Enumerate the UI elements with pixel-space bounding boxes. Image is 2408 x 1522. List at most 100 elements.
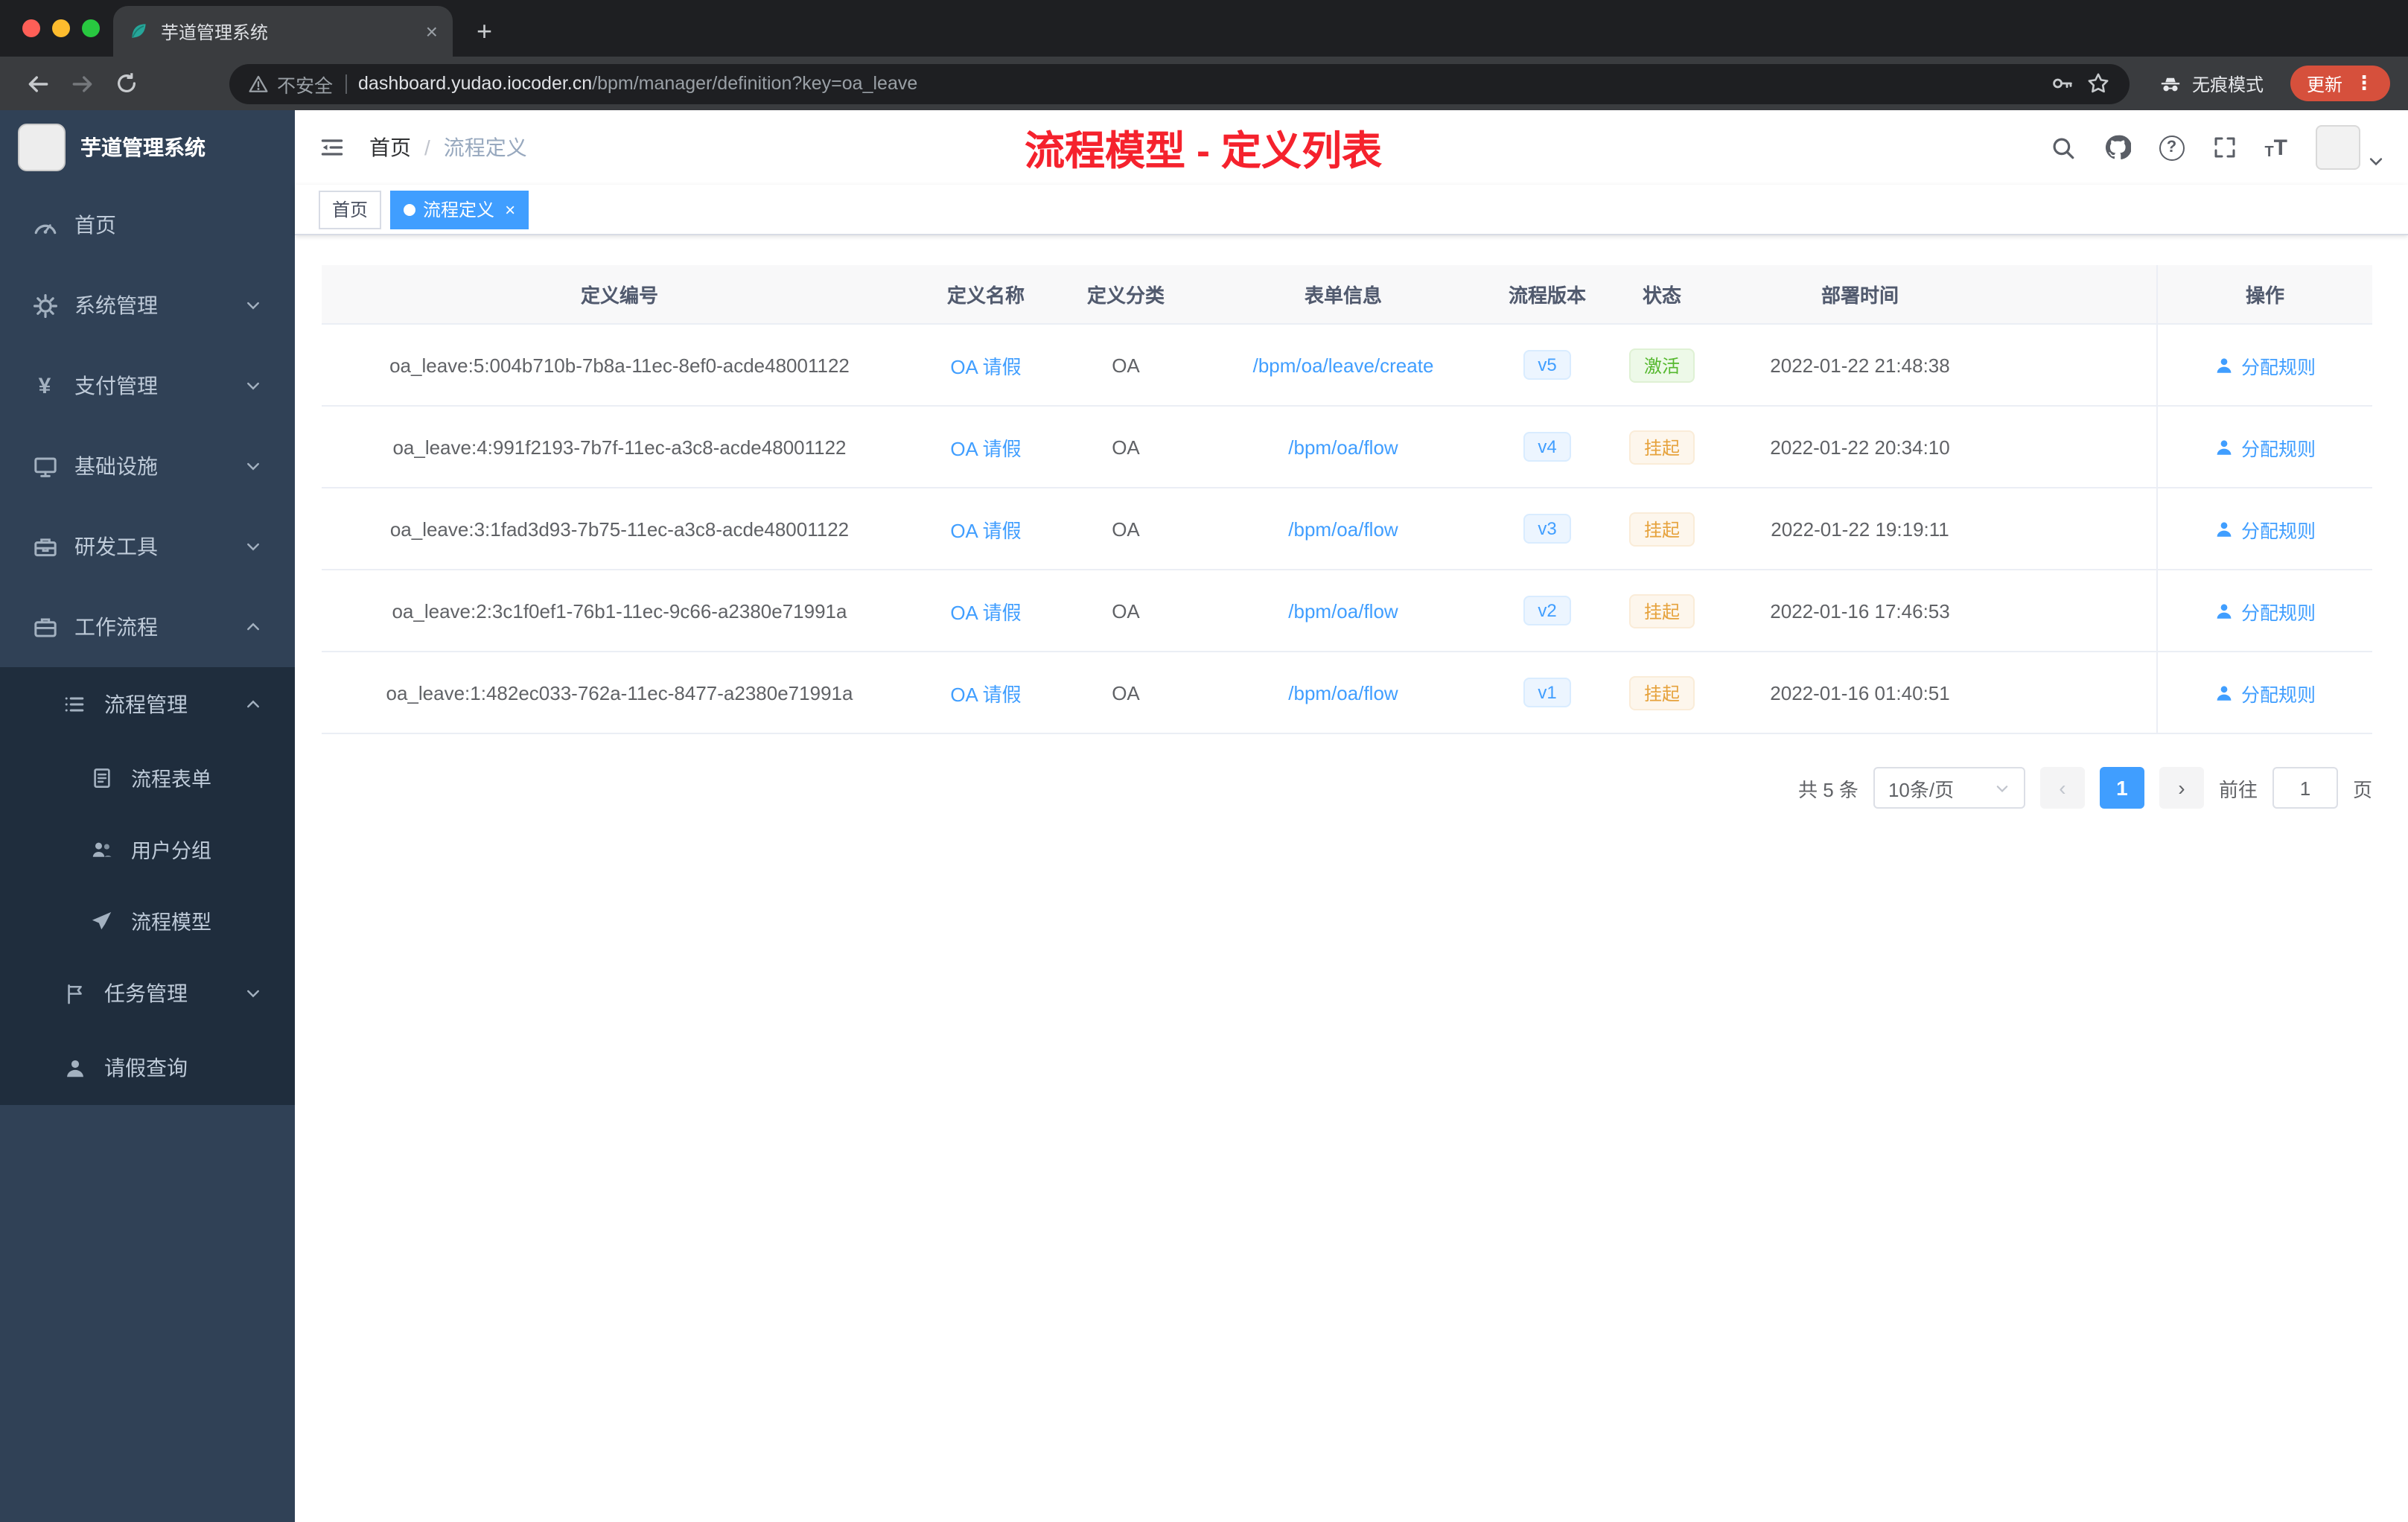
chevron-up-icon xyxy=(238,618,268,636)
sidebar-item-payment[interactable]: ¥ 支付管理 xyxy=(0,346,295,426)
font-size-icon[interactable]: TT xyxy=(2264,135,2287,160)
form-link[interactable]: /bpm/oa/flow xyxy=(1288,518,1398,540)
header-status: 状态 xyxy=(1642,284,1681,307)
goto-page-input[interactable] xyxy=(2272,767,2338,809)
sidebar-item-leave-query[interactable]: 请假查询 xyxy=(0,1031,295,1105)
definition-name-link[interactable]: OA 请假 xyxy=(950,678,1021,707)
prev-page-button[interactable]: ‹ xyxy=(2039,767,2085,809)
window-close-button[interactable] xyxy=(22,19,40,37)
browser-tab[interactable]: 芋道管理系统 × xyxy=(113,6,453,57)
breadcrumb-home[interactable]: 首页 xyxy=(369,133,411,162)
cell-category: OA xyxy=(1112,436,1140,458)
page-size-select[interactable]: 10条/页 xyxy=(1873,767,2025,809)
favicon-icon xyxy=(128,21,149,42)
search-icon[interactable] xyxy=(2050,135,2075,160)
navbar-actions: ? TT xyxy=(2050,125,2384,170)
security-status[interactable]: 不安全 xyxy=(249,69,333,98)
definition-name-link[interactable]: OA 请假 xyxy=(950,433,1021,461)
window-minimize-button[interactable] xyxy=(52,19,70,37)
form-link[interactable]: /bpm/oa/flow xyxy=(1288,681,1398,704)
cell-definition-id: oa_leave:5:004b710b-7b8a-11ec-8ef0-acde4… xyxy=(389,354,850,376)
user-menu[interactable] xyxy=(2316,125,2384,170)
version-badge: v1 xyxy=(1523,678,1572,707)
update-button[interactable]: 更新 ⋮ xyxy=(2290,66,2390,101)
definition-name-link[interactable]: OA 请假 xyxy=(950,351,1021,379)
version-badge: v2 xyxy=(1523,596,1572,625)
sidebar-item-process-mgmt[interactable]: 流程管理 xyxy=(0,667,295,742)
status-badge: 挂起 xyxy=(1628,675,1695,710)
window-zoom-button[interactable] xyxy=(82,19,100,37)
tag-home[interactable]: 首页 xyxy=(319,190,382,229)
avatar[interactable] xyxy=(2316,125,2360,170)
help-icon[interactable]: ? xyxy=(2159,135,2185,160)
cell-deploy-time: 2022-01-22 19:19:11 xyxy=(1771,518,1949,540)
security-label: 不安全 xyxy=(277,75,334,96)
definition-name-link[interactable]: OA 请假 xyxy=(950,596,1021,625)
assign-rule-link[interactable]: 分配规则 xyxy=(2214,515,2316,543)
password-key-icon[interactable] xyxy=(2051,71,2074,95)
briefcase-icon xyxy=(30,614,60,640)
person-icon xyxy=(60,1057,89,1079)
browser-menu-icon[interactable]: ⋮ xyxy=(2354,71,2374,95)
yen-icon: ¥ xyxy=(38,373,51,398)
cell-deploy-time: 2022-01-22 20:34:10 xyxy=(1770,436,1950,458)
tag-current[interactable]: 流程定义 × xyxy=(390,190,529,229)
github-icon[interactable] xyxy=(2103,134,2131,161)
new-tab-button[interactable]: + xyxy=(477,18,492,45)
divider xyxy=(345,74,347,93)
assign-rule-link[interactable]: 分配规则 xyxy=(2214,596,2316,625)
forward-button[interactable] xyxy=(63,64,101,103)
update-label: 更新 xyxy=(2306,74,2342,95)
page-title: 流程模型 - 定义列表 xyxy=(1025,129,1382,173)
list-icon xyxy=(60,692,89,716)
tag-close-icon[interactable]: × xyxy=(505,199,515,220)
sidebar-item-infra[interactable]: 基础设施 xyxy=(0,426,295,506)
sidebar-item-user-group[interactable]: 用户分组 xyxy=(0,813,295,885)
menu-fold-button[interactable] xyxy=(319,134,345,161)
fullscreen-icon[interactable] xyxy=(2212,136,2236,159)
sidebar-item-workflow[interactable]: 工作流程 xyxy=(0,587,295,667)
next-page-button[interactable]: › xyxy=(2159,767,2204,809)
form-link[interactable]: /bpm/oa/leave/create xyxy=(1253,354,1434,376)
status-badge: 挂起 xyxy=(1628,512,1695,546)
toolbox-icon xyxy=(30,534,60,559)
sidebar-item-home[interactable]: 首页 xyxy=(0,185,295,265)
bookmark-star-icon[interactable] xyxy=(2086,71,2110,95)
form-link[interactable]: /bpm/oa/flow xyxy=(1288,599,1398,622)
form-link[interactable]: /bpm/oa/flow xyxy=(1288,436,1398,458)
back-button[interactable] xyxy=(18,64,57,103)
active-dot xyxy=(404,203,416,215)
caret-down-icon xyxy=(2368,153,2384,170)
assign-rule-link[interactable]: 分配规则 xyxy=(2214,351,2316,379)
table-row: oa_leave:3:1fad3d93-7b75-11ec-a3c8-acde4… xyxy=(322,488,2372,570)
sidebar-item-task-mgmt[interactable]: 任务管理 xyxy=(0,956,295,1031)
assign-rule-link[interactable]: 分配规则 xyxy=(2214,678,2316,707)
sidebar-item-process-model[interactable]: 流程模型 xyxy=(0,885,295,956)
goto-label: 前往 xyxy=(2218,778,2258,800)
definition-name-link[interactable]: OA 请假 xyxy=(950,515,1021,543)
reload-button[interactable] xyxy=(107,64,146,103)
url-domain: dashboard.yudao.iocoder.cn xyxy=(358,73,593,94)
header-definition-id: 定义编号 xyxy=(580,284,658,307)
version-badge: v3 xyxy=(1523,514,1572,544)
assign-rule-link[interactable]: 分配规则 xyxy=(2214,433,2316,461)
users-icon xyxy=(86,838,116,860)
sidebar-item-devtools[interactable]: 研发工具 xyxy=(0,506,295,587)
cell-deploy-time: 2022-01-16 01:40:51 xyxy=(1770,681,1950,704)
version-badge: v5 xyxy=(1523,350,1572,380)
cell-category: OA xyxy=(1112,681,1140,704)
address-bar[interactable]: 不安全 dashboard.yudao.iocoder.cn/bpm/manag… xyxy=(229,63,2130,104)
cell-definition-id: oa_leave:3:1fad3d93-7b75-11ec-a3c8-acde4… xyxy=(389,518,850,540)
workflow-submenu: 流程管理 流程表单 用户分组 流程模型 任务管理 请假查询 xyxy=(0,667,295,1105)
sidebar-item-process-form[interactable]: 流程表单 xyxy=(0,742,295,813)
app-logo[interactable]: 芋道管理系统 xyxy=(0,110,295,185)
chevron-down-icon xyxy=(238,377,268,395)
tab-close-icon[interactable]: × xyxy=(426,19,438,43)
chevron-down-icon xyxy=(238,457,268,475)
page-1-button[interactable]: 1 xyxy=(2099,767,2144,809)
user-icon xyxy=(2214,355,2234,375)
url-text: dashboard.yudao.iocoder.cn/bpm/manager/d… xyxy=(358,73,917,94)
table-row: oa_leave:5:004b710b-7b8a-11ec-8ef0-acde4… xyxy=(322,325,2372,407)
table-row: oa_leave:1:482ec033-762a-11ec-8477-a2380… xyxy=(322,652,2372,734)
sidebar-item-system[interactable]: 系统管理 xyxy=(0,265,295,346)
